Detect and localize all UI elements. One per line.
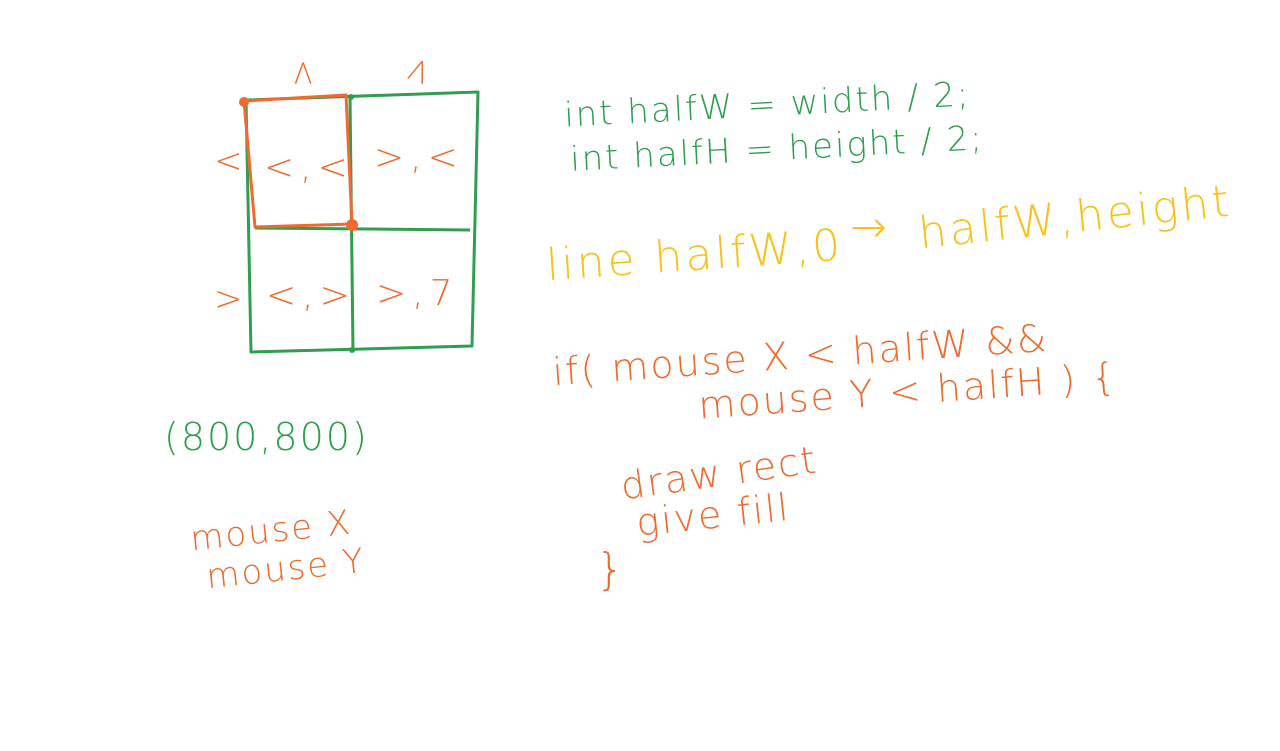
bottom-mid-dot <box>349 347 355 353</box>
cell-bottom-right: >,7 <box>376 273 459 314</box>
grid-horizontal-divider <box>254 226 471 232</box>
top-left-corner-dot <box>239 97 249 107</box>
side-label-bottom: > <box>214 279 243 319</box>
if-closing-brace: } <box>596 544 624 595</box>
center-dot <box>346 219 358 231</box>
cell-bottom-left: <,> <box>266 275 356 316</box>
cell-top-right: >,< <box>374 137 464 178</box>
top-label-left: < <box>283 58 324 88</box>
side-label-top: < <box>214 141 243 181</box>
line-call-arrow: → <box>850 202 890 253</box>
top-mid-dot <box>348 94 354 100</box>
cell-top-left: <,< <box>264 147 354 188</box>
canvas-size-label: (800,800) <box>164 415 369 459</box>
whiteboard-canvas: < > < > <,< >,< <,> >,7 (800,800) mouse … <box>0 0 1280 751</box>
